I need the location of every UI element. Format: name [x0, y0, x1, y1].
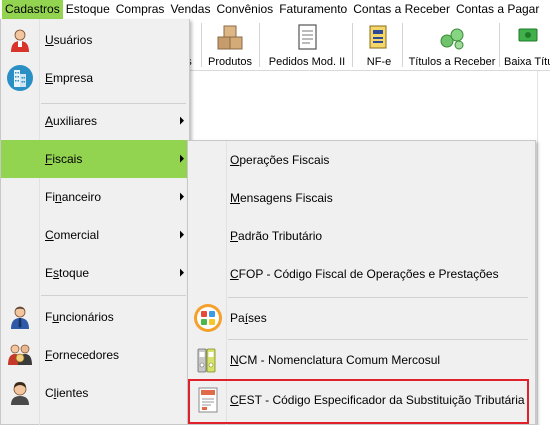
submenu-arrow-icon — [180, 116, 184, 125]
fiscais-submenu: Operações Fiscais Mensagens Fiscais Padr… — [187, 140, 536, 425]
menu-separator — [228, 339, 528, 340]
submenu-arrow-icon — [180, 154, 184, 163]
menu-separator — [41, 295, 186, 296]
menu-item-label: Auxiliares — [45, 114, 98, 128]
menu-separator — [228, 297, 528, 298]
menu-item-label: NCM - Nomenclatura Comum Mercosul — [230, 353, 441, 367]
suppliers-icon — [6, 341, 34, 369]
countries-icon — [193, 303, 223, 333]
toolbar-button-label: Baixa Títu — [504, 56, 550, 68]
menu-item-label: CFOP - Código Fiscal de Operações e Pres… — [230, 267, 499, 281]
menu-item-label: Países — [230, 311, 267, 325]
toolbar-button-label: Títulos a Receber — [408, 56, 496, 68]
toolbar-button-label: Pedidos Mod. II — [268, 56, 346, 68]
menu-estoque[interactable]: Estoque — [63, 0, 113, 19]
menu-item-label: Funcionários — [45, 310, 114, 324]
highlight-annotation-box — [188, 379, 529, 424]
menu-item-fornecedores[interactable]: Fornecedores — [1, 336, 190, 374]
menubar: Cadastros Estoque Compras Vendas Convêni… — [0, 0, 550, 19]
building-icon — [6, 64, 34, 92]
submenu-item-mensagens-fiscais[interactable]: Mensagens Fiscais — [188, 179, 535, 217]
menu-vendas[interactable]: Vendas — [167, 0, 213, 19]
toolbar-button-nfe[interactable]: NF-e — [360, 19, 398, 71]
toolbar-button-titulos-a-receber[interactable]: Títulos a Receber — [408, 19, 496, 71]
menu-item-label: Usuários — [45, 33, 93, 47]
menu-item-usuarios[interactable]: Usuários — [1, 21, 190, 59]
nfe-icon — [364, 23, 394, 53]
submenu-item-cfop[interactable]: CFOP - Código Fiscal de Operações e Pres… — [188, 255, 535, 293]
menu-contas-a-pagar[interactable]: Contas a Pagar — [453, 0, 542, 19]
submenu-arrow-icon — [180, 230, 184, 239]
menu-item-estoque[interactable]: Estoque — [1, 254, 190, 292]
menu-item-label: Financeiro — [45, 190, 102, 204]
submenu-item-paises[interactable]: Países — [188, 299, 535, 337]
menu-compras[interactable]: Compras — [113, 0, 168, 19]
toolbar-separator — [201, 23, 202, 67]
menu-item-label: Padrão Tributário — [230, 229, 323, 243]
menu-item-label: Comercial — [45, 228, 100, 242]
submenu-item-ncm[interactable]: NCM - Nomenclatura Comum Mercosul — [188, 341, 535, 379]
toolbar-button-produtos[interactable]: Produtos — [204, 19, 256, 71]
cash-icon — [511, 23, 541, 53]
menu-item-empresa[interactable]: Empresa — [1, 59, 190, 97]
toolbar-separator — [259, 23, 260, 67]
toolbar-button-pedidos-mod-ii[interactable]: Pedidos Mod. II — [266, 19, 348, 71]
coins-icon — [437, 23, 467, 53]
menu-item-label: Mensagens Fiscais — [230, 191, 333, 205]
submenu-item-padrao-tributario[interactable]: Padrão Tributário — [188, 217, 535, 255]
toolbar-separator — [499, 23, 500, 67]
toolbar-button-label: Produtos — [207, 56, 253, 68]
menu-item-label: Clientes — [45, 386, 89, 400]
menu-item-label: Fornecedores — [45, 348, 120, 362]
menu-item-label: Empresa — [45, 71, 94, 85]
menu-item-financeiro[interactable]: Financeiro — [1, 178, 190, 216]
submenu-arrow-icon — [180, 268, 184, 277]
menu-item-label: Operações Fiscais — [230, 153, 330, 167]
binders-icon — [193, 345, 223, 375]
toolbar-separator — [352, 23, 353, 67]
menu-item-clientes[interactable]: Clientes — [1, 374, 190, 412]
menu-cadastros[interactable]: Cadastros — [2, 0, 63, 19]
toolbar-button-label: NF-e — [366, 56, 392, 68]
toolbar-separator — [402, 23, 403, 67]
menu-convenios[interactable]: Convênios — [213, 0, 276, 19]
menu-faturamento[interactable]: Faturamento — [276, 0, 350, 19]
menu-item-label: Estoque — [45, 266, 90, 280]
client-icon — [6, 379, 34, 407]
employee-icon — [6, 303, 34, 331]
menu-item-comercial[interactable]: Comercial — [1, 216, 190, 254]
menu-item-funcionarios[interactable]: Funcionários — [1, 298, 190, 336]
submenu-item-operacoes-fiscais[interactable]: Operações Fiscais — [188, 141, 535, 179]
menu-item-fiscais[interactable]: Fiscais — [1, 140, 190, 178]
toolbar-button-baixa-titulos[interactable]: Baixa Títu — [502, 19, 550, 71]
right-panel-edge — [537, 71, 550, 425]
user-icon — [6, 26, 34, 54]
boxes-icon — [215, 23, 245, 53]
menu-item-auxiliares[interactable]: Auxiliares — [1, 102, 190, 140]
menu-contas-a-receber[interactable]: Contas a Receber — [350, 0, 453, 19]
document-icon — [292, 23, 322, 53]
cadastros-menu: Usuários Empresa Auxiliares Fiscais Fina… — [0, 19, 190, 425]
submenu-arrow-icon — [180, 192, 184, 201]
menu-item-label: Fiscais — [45, 152, 83, 166]
